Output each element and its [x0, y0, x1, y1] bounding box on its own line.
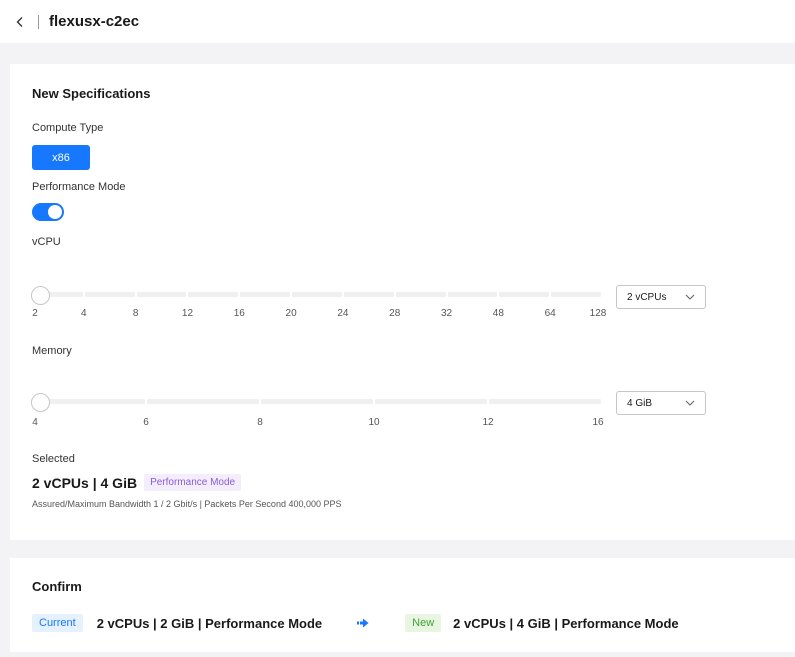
new-specifications-card: New Specifications Compute Type x86 Perf… [10, 64, 795, 540]
current-spec-value: 2 vCPUs | 2 GiB | Performance Mode [96, 615, 323, 631]
compute-type-label: Compute Type [32, 122, 104, 134]
vcpu-track-segment [136, 292, 187, 297]
memory-tick-label: 16 [592, 417, 604, 428]
memory-track-segment [261, 399, 373, 404]
page-title: flexusx-c2ec [49, 13, 140, 30]
vcpu-slider[interactable] [31, 286, 602, 306]
section-title-new-specifications: New Specifications [32, 86, 151, 101]
selected-summary: 2 vCPUs | 4 GiB Performance Mode [32, 474, 242, 491]
memory-tick-label: 8 [257, 417, 263, 428]
selected-label: Selected [32, 453, 75, 465]
page-header: flexusx-c2ec [0, 0, 795, 43]
performance-mode-badge: Performance Mode [144, 474, 242, 491]
chevron-down-icon [685, 294, 695, 300]
memory-track-segment [147, 399, 259, 404]
vcpu-track-segment [499, 292, 550, 297]
vcpu-tick-label: 28 [389, 308, 401, 319]
memory-select-value: 4 GiB [627, 397, 653, 409]
performance-mode-label: Performance Mode [32, 181, 126, 193]
toggle-knob [48, 205, 62, 219]
memory-tick-label: 6 [143, 417, 149, 428]
vcpu-tick-label: 32 [440, 308, 453, 319]
chevron-down-icon [685, 400, 695, 406]
vcpu-track-segment [343, 292, 394, 297]
vcpu-track-segment [188, 292, 239, 297]
vcpu-tick-label: 48 [492, 308, 504, 319]
vcpu-select-value: 2 vCPUs [627, 291, 667, 303]
memory-tick-label: 12 [482, 417, 494, 428]
new-spec-value: 2 vCPUs | 4 GiB | Performance Mode [453, 615, 679, 631]
vcpu-track-segment [84, 292, 135, 297]
vcpu-label: vCPU [32, 236, 61, 248]
memory-track-segment [489, 399, 601, 404]
vcpu-tick-label: 8 [132, 308, 139, 319]
confirm-comparison: Current 2 vCPUs | 2 GiB | Performance Mo… [32, 614, 679, 632]
vcpu-track-segment [447, 292, 498, 297]
vcpu-tick-label: 24 [337, 308, 349, 319]
memory-tick-label: 10 [368, 417, 380, 428]
memory-slider-thumb[interactable] [31, 393, 50, 412]
vcpu-track-segment [240, 292, 291, 297]
current-tag: Current [32, 614, 83, 632]
vcpu-tick-label: 12 [181, 308, 194, 319]
vcpu-tick-label: 128 [589, 308, 607, 319]
back-button[interactable] [8, 10, 32, 34]
compute-type-x86-button[interactable]: x86 [32, 145, 90, 170]
memory-track-segment [375, 399, 487, 404]
confirm-card: Confirm Current 2 vCPUs | 2 GiB | Perfor… [10, 558, 795, 652]
selected-spec-value: 2 vCPUs | 4 GiB [32, 474, 138, 491]
new-tag: New [405, 614, 442, 632]
header-divider [38, 14, 39, 29]
arrow-right-icon [357, 618, 369, 628]
vcpu-tick-label: 16 [233, 308, 245, 319]
vcpu-track-segment [292, 292, 342, 297]
vcpu-track-segment [551, 292, 601, 297]
vcpu-slider-thumb[interactable] [31, 286, 50, 305]
performance-mode-toggle[interactable] [32, 203, 64, 221]
bandwidth-info: Assured/Maximum Bandwidth 1 / 2 Gbit/s |… [32, 499, 342, 509]
vcpu-track-segment [395, 292, 446, 297]
vcpu-tick-label: 64 [544, 308, 556, 319]
vcpu-tick-label: 20 [285, 308, 297, 319]
section-title-confirm: Confirm [32, 579, 82, 594]
vcpu-select[interactable]: 2 vCPUs [616, 285, 706, 309]
memory-tick-label: 4 [32, 417, 38, 428]
vcpu-tick-label: 4 [81, 308, 87, 319]
memory-select[interactable]: 4 GiB [616, 391, 706, 415]
vcpu-tick-label: 2 [32, 308, 38, 319]
chevron-left-icon [16, 16, 23, 27]
memory-label: Memory [32, 345, 72, 357]
memory-slider[interactable] [31, 393, 602, 413]
